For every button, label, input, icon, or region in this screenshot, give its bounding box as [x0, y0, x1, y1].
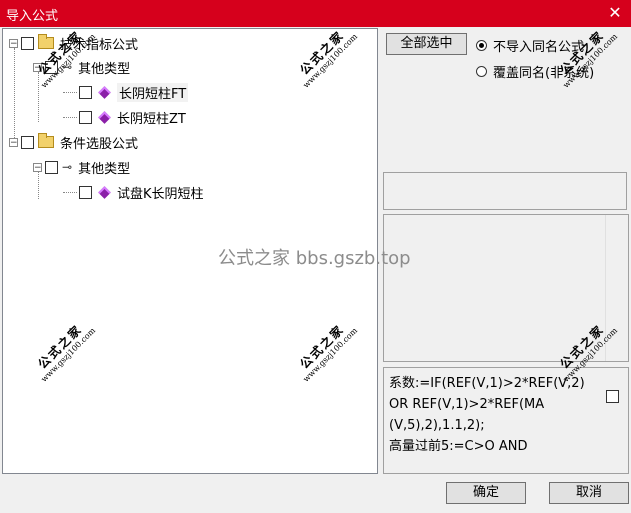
tree-connector: [63, 116, 77, 118]
preview-checkbox[interactable]: [606, 390, 619, 403]
ok-button[interactable]: 确定: [446, 482, 526, 504]
tree-connector: [63, 191, 77, 193]
center-watermark: 公式之家 bbs.gszb.top: [218, 248, 411, 269]
checkbox[interactable]: [79, 185, 92, 199]
formula-icon: [98, 185, 111, 199]
radio-indicator[interactable]: [476, 40, 487, 51]
tree-leaf-formula[interactable]: 长阴短柱ZT: [63, 106, 186, 128]
checkbox[interactable]: [21, 36, 34, 50]
close-icon[interactable]: ✕: [607, 3, 623, 22]
tree-leaf-formula[interactable]: 试盘K长阴短柱: [63, 181, 204, 203]
tree-connector: [14, 48, 15, 144]
title-bar: 导入公式 ✕: [0, 0, 631, 27]
tree-node-group-2[interactable]: − 条件选股公式: [9, 131, 138, 153]
formula-preview-text: 系数:=IF(REF(V,1)>2*REF(V,2) OR REF(V,1)>2…: [389, 376, 585, 454]
checkbox[interactable]: [21, 135, 34, 149]
radio-label: 不导入同名公式: [493, 40, 585, 55]
cancel-button[interactable]: 取消: [549, 482, 629, 504]
radio-overwrite-duplicates[interactable]: 覆盖同名(非系统): [476, 62, 594, 81]
key-icon: ⊸: [62, 160, 73, 174]
collapse-toggle[interactable]: −: [33, 162, 42, 172]
tree-node-label: 其他类型: [78, 61, 131, 77]
tree-node-subtype-2[interactable]: − ⊸ 其他类型: [33, 156, 130, 178]
radio-indicator[interactable]: [476, 66, 487, 77]
select-all-button[interactable]: 全部选中: [386, 33, 467, 55]
tree-node-label: 技术指标公式: [60, 37, 139, 53]
tree-connector: [63, 91, 77, 93]
tree-node-subtype-1[interactable]: − ⊸ 其他类型: [33, 56, 130, 78]
tree-leaf-formula[interactable]: 长阴短柱FT: [63, 81, 189, 103]
formula-icon: [98, 85, 111, 99]
window-title: 导入公式: [6, 9, 59, 24]
checkbox[interactable]: [79, 110, 92, 124]
tree-node-group-1[interactable]: − 技术指标公式: [9, 32, 138, 54]
formula-icon: [98, 110, 111, 124]
collapse-toggle[interactable]: −: [9, 137, 18, 147]
collapse-toggle[interactable]: −: [33, 62, 42, 72]
checkbox[interactable]: [45, 60, 58, 74]
key-icon: ⊸: [62, 60, 73, 74]
scrollbar[interactable]: [605, 215, 628, 361]
info-box: [383, 172, 627, 210]
checkbox[interactable]: [45, 160, 58, 174]
folder-icon: [38, 34, 54, 49]
tree-leaf-label: 试盘K长阴短柱: [117, 186, 204, 202]
collapse-toggle[interactable]: −: [9, 38, 18, 48]
folder-icon: [38, 133, 54, 148]
radio-label: 覆盖同名(非系统): [493, 66, 595, 81]
tree-leaf-label: 长阴短柱ZT: [117, 111, 186, 127]
radio-skip-duplicates[interactable]: 不导入同名公式: [476, 36, 584, 55]
tree-leaf-label: 长阴短柱FT: [117, 82, 189, 102]
description-box: [383, 214, 629, 362]
tree-connector: [38, 72, 39, 122]
checkbox[interactable]: [79, 85, 92, 99]
tree-node-label: 条件选股公式: [60, 136, 139, 152]
tree-node-label: 其他类型: [78, 161, 131, 177]
